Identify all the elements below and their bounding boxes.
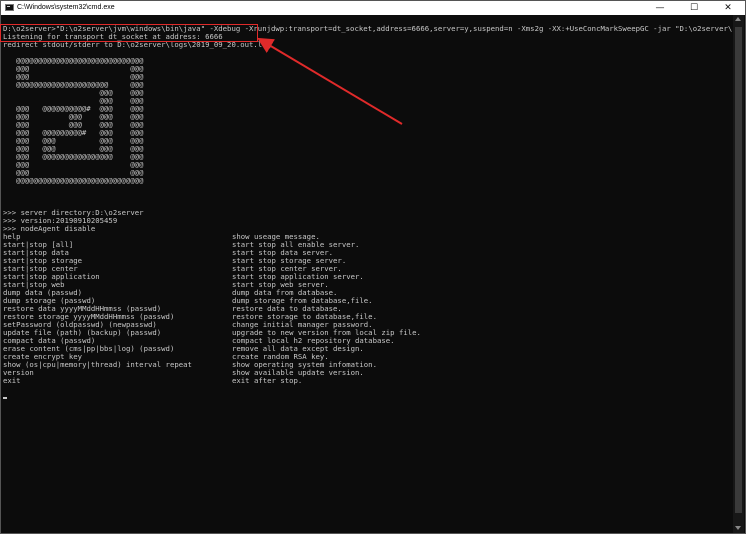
title-bar[interactable]: C:\Windows\system32\cmd.exe — ☐ ✕: [1, 1, 745, 15]
help-row: erase content (cms|pp|bbs|log) (passwd) r…: [3, 345, 733, 353]
help-row: help show useage message.: [3, 233, 733, 241]
close-button[interactable]: ✕: [713, 1, 743, 15]
scroll-up-arrow-icon[interactable]: [735, 17, 741, 21]
help-row: exit exit after stop.: [3, 377, 733, 385]
help-row: version show available update version.: [3, 369, 733, 377]
help-row: show (os|cpu|memory|thread) interval rep…: [3, 361, 733, 369]
help-description: exit after stop.: [232, 376, 303, 385]
minimize-button[interactable]: —: [645, 1, 675, 15]
text-cursor: [3, 397, 7, 399]
cmd-icon: [5, 4, 14, 11]
highlight-box: [0, 24, 258, 42]
help-table: help show useage message. start|stop [all]…: [3, 233, 733, 385]
help-row: start|stop web start stop web server.: [3, 281, 733, 289]
help-row: start|stop center start stop center serve…: [3, 265, 733, 273]
vertical-scrollbar[interactable]: [733, 15, 744, 533]
scrollbar-thumb[interactable]: [735, 27, 742, 513]
banner-line: @@@@@@@@@@@@@@@@@@@@@@@@@@@@@: [16, 176, 144, 185]
help-row: start|stop [all] start stop all enable se…: [3, 241, 733, 249]
redirect-line: redirect stdout/stderr to D:\o2server\lo…: [3, 40, 271, 49]
scroll-down-arrow-icon[interactable]: [735, 526, 741, 530]
help-row: start|stop application start stop applica…: [3, 273, 733, 281]
node-agent-line: >>> nodeAgent disable: [3, 224, 96, 233]
ascii-banner: @@@@@@@@@@@@@@@@@@@@@@@@@@@@@ @@@ @@@ @@@ …: [16, 57, 733, 185]
window-title: C:\Windows\system32\cmd.exe: [17, 4, 115, 11]
help-row: start|stop data start stop data server.: [3, 249, 733, 257]
help-row: start|stop storage start stop storage ser…: [3, 257, 733, 265]
maximize-button[interactable]: ☐: [679, 1, 709, 15]
version-line: >>> version:20190910205459: [3, 216, 118, 225]
cmd-window: C:\Windows\system32\cmd.exe — ☐ ✕ D:\o2s…: [0, 0, 746, 534]
help-command: exit: [3, 376, 21, 385]
console-output[interactable]: D:\o2server>"D:\o2server\jvm\windows\bin…: [3, 25, 733, 530]
